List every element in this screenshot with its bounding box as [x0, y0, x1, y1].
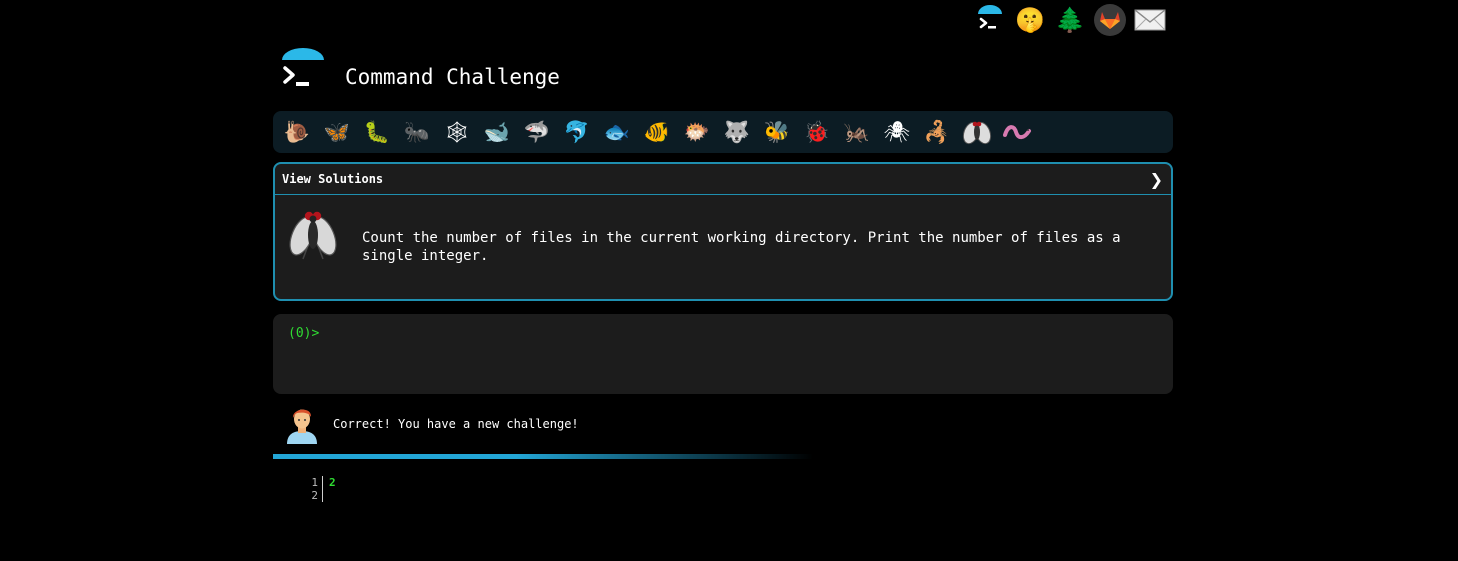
fly-icon[interactable] — [961, 116, 993, 148]
caterpillar-icon[interactable]: 🐛 — [361, 116, 393, 148]
terminal-prompt: (0)> — [288, 326, 320, 341]
ladybug-icon[interactable]: 🐞 — [801, 116, 833, 148]
avatar — [284, 404, 320, 444]
challenge-panel: View Solutions ❯ Count the number of fil… — [273, 162, 1173, 301]
butterfly-icon[interactable]: 🦋 — [321, 116, 353, 148]
wolf-icon[interactable]: 🐺 — [721, 116, 753, 148]
scorpion-icon[interactable]: 🦂 — [921, 116, 953, 148]
line-number: 1 — [311, 476, 318, 489]
level-selector: 🐌 🦋 🐛 🐜 🕸 🐋 🦈 🐬 🐟 🐠 🐡 🐺 🐝 🐞 🦗 🕷 🦂 — [273, 111, 1173, 153]
tree-icon[interactable]: 🌲 — [1054, 4, 1086, 36]
snail-icon[interactable]: 🐌 — [281, 116, 313, 148]
feedback-message: Correct! You have a new challenge! — [284, 404, 579, 444]
cricket-icon[interactable]: 🦗 — [841, 116, 873, 148]
command-challenge-logo-icon — [279, 48, 327, 92]
header: Command Challenge — [279, 48, 560, 92]
progress-bar — [273, 454, 813, 459]
page-title: Command Challenge — [345, 65, 560, 89]
challenge-description: Count the number of files in the current… — [362, 230, 1121, 264]
ant-icon[interactable]: 🐜 — [401, 116, 433, 148]
spider-web-icon[interactable]: 🕸 — [441, 116, 473, 148]
shark-icon[interactable]: 🦈 — [521, 116, 553, 148]
fish-icon[interactable]: 🐟 — [601, 116, 633, 148]
fly-icon — [287, 207, 339, 263]
whale-icon[interactable]: 🐋 — [481, 116, 513, 148]
envelope-icon[interactable] — [1134, 4, 1166, 36]
output-lines: 2 — [323, 476, 336, 502]
top-icon-bar: 🤫 🌲 — [974, 4, 1166, 36]
blowfish-icon[interactable]: 🐡 — [681, 116, 713, 148]
shushing-face-icon[interactable]: 🤫 — [1014, 4, 1046, 36]
bee-icon[interactable]: 🐝 — [761, 116, 793, 148]
chevron-right-icon: ❯ — [1149, 169, 1163, 189]
dolphin-icon[interactable]: 🐬 — [561, 116, 593, 148]
terminal-input-area[interactable]: (0)> — [273, 314, 1173, 394]
terminal-logo-icon[interactable] — [974, 4, 1006, 36]
tropical-fish-icon[interactable]: 🐠 — [641, 116, 673, 148]
line-number: 2 — [311, 489, 318, 502]
challenge-body: Count the number of files in the current… — [275, 195, 1171, 265]
output-line: 2 — [329, 476, 336, 489]
worm-icon[interactable] — [1001, 116, 1033, 148]
gitlab-icon[interactable] — [1094, 4, 1126, 36]
feedback-text: Correct! You have a new challenge! — [333, 417, 579, 431]
page: 🤫 🌲 Command Challenge 🐌 🦋 🐛 🐜 🕸 🐋 🦈 🐬 🐟 … — [0, 0, 1458, 561]
view-solutions-toggle[interactable]: View Solutions ❯ — [275, 164, 1171, 195]
command-output: 1 2 2 — [306, 476, 336, 502]
spider-icon[interactable]: 🕷 — [881, 116, 913, 148]
line-numbers: 1 2 — [306, 476, 323, 502]
view-solutions-label: View Solutions — [282, 172, 384, 186]
